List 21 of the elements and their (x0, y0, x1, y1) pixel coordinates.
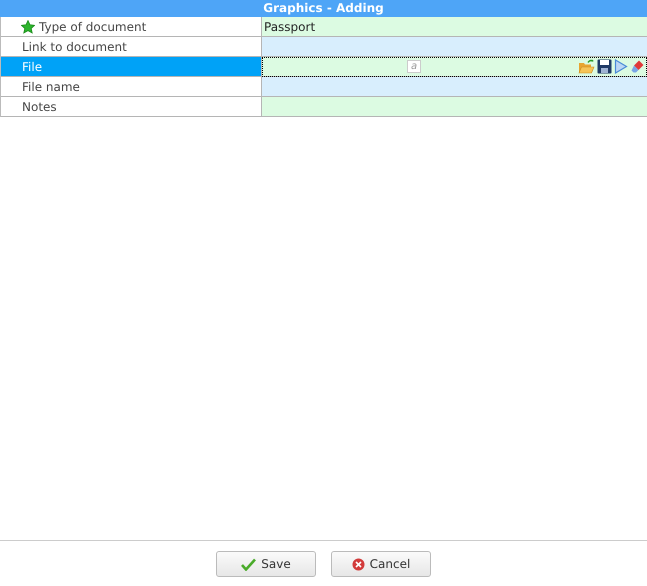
label-cell[interactable]: Link to document (1, 37, 262, 57)
cancel-button[interactable]: Cancel (331, 551, 431, 577)
label-text: Notes (22, 100, 57, 114)
save-icon[interactable] (597, 59, 612, 74)
input-field[interactable] (262, 37, 647, 57)
label-cell[interactable]: Type of document (1, 17, 262, 37)
cancel-icon (352, 558, 365, 570)
input-field[interactable] (262, 97, 647, 117)
label-text: Link to document (22, 40, 127, 54)
checkmark-icon (241, 558, 256, 570)
star-icon (21, 20, 35, 34)
label-cell[interactable]: File name (1, 77, 262, 97)
input-field[interactable] (262, 77, 647, 97)
window-title: Graphics - Adding (0, 0, 647, 17)
label-text: File (22, 60, 42, 74)
label-cell[interactable]: Notes (1, 97, 262, 117)
label-text: Type of document (39, 20, 146, 34)
input-field[interactable]: Passport (262, 17, 647, 37)
save-button[interactable]: Save (216, 551, 316, 577)
label-text: File name (22, 80, 80, 94)
eraser-icon[interactable] (630, 59, 645, 74)
